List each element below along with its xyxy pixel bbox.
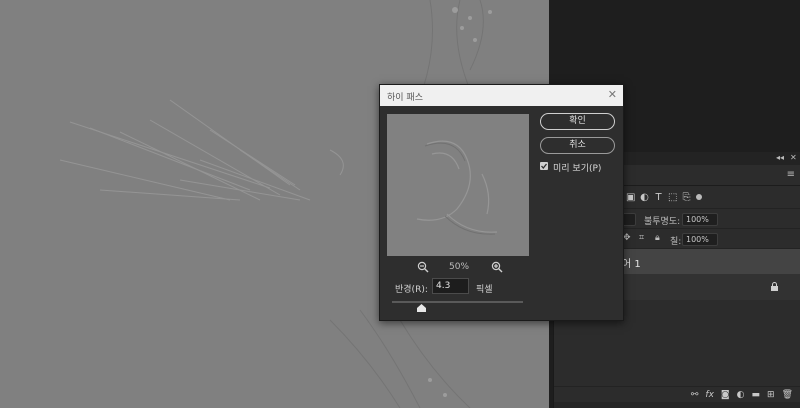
- lock-artboard-icon[interactable]: ⌗: [639, 233, 644, 243]
- filter-shape-icon[interactable]: ⬚: [668, 192, 677, 203]
- layers-bottom-toolbar: ⚯ fx ◙ ◐ ▬ ⊞ 🗑︎: [554, 386, 800, 402]
- zoom-out-icon[interactable]: [417, 261, 429, 273]
- preview-image: [416, 140, 498, 235]
- fill-field[interactable]: 100%: [682, 233, 718, 246]
- panel-bottom-strip: [554, 402, 800, 408]
- panel-menu-icon[interactable]: ≡: [787, 169, 795, 180]
- zoom-in-icon[interactable]: [491, 261, 503, 273]
- checkmark-icon: [541, 163, 548, 170]
- filter-image-icon[interactable]: ▣: [626, 192, 635, 203]
- lock-position-icon[interactable]: ✥: [623, 233, 631, 243]
- link-layers-icon[interactable]: ⚯: [691, 390, 699, 400]
- fx-icon[interactable]: fx: [705, 390, 714, 400]
- filter-preview[interactable]: [387, 114, 529, 256]
- lock-all-icon[interactable]: 🔒︎: [655, 233, 660, 243]
- high-pass-dialog: 하이 패스 ✕ 50% 반경(R): 4.3 픽셀 확인 취소 미리 보기(P): [379, 84, 624, 321]
- lock-icon: [771, 282, 778, 291]
- ok-button[interactable]: 확인: [540, 113, 615, 130]
- dialog-title: 하이 패스: [387, 93, 423, 103]
- filter-type-icon[interactable]: T: [654, 192, 663, 203]
- opacity-value: 100%: [686, 215, 709, 224]
- radius-slider-thumb[interactable]: [417, 304, 426, 312]
- filter-smart-object-icon[interactable]: ⎘: [682, 192, 691, 203]
- radius-slider-track[interactable]: [392, 301, 523, 303]
- filter-adjustment-icon[interactable]: ◐: [640, 192, 649, 203]
- close-panel-icon[interactable]: ✕: [790, 153, 797, 162]
- opacity-field[interactable]: 100%: [682, 213, 718, 226]
- dialog-titlebar[interactable]: 하이 패스 ✕: [380, 85, 623, 106]
- new-layer-icon[interactable]: ⊞: [767, 390, 775, 400]
- blend-mode-select[interactable]: [622, 213, 636, 226]
- zoom-controls: 50%: [417, 261, 507, 275]
- adjustment-layer-icon[interactable]: ◐: [737, 390, 745, 400]
- cancel-button[interactable]: 취소: [540, 137, 615, 154]
- fill-label: 칠:: [670, 237, 682, 247]
- add-mask-icon[interactable]: ◙: [721, 390, 730, 400]
- zoom-level: 50%: [449, 262, 470, 272]
- unit-label: 픽셀: [476, 285, 493, 295]
- trash-icon[interactable]: 🗑︎: [782, 390, 793, 400]
- fill-value: 100%: [686, 235, 709, 244]
- group-folder-icon[interactable]: ▬: [752, 390, 761, 400]
- radius-input[interactable]: 4.3: [432, 278, 469, 294]
- opacity-label: 불투명도:: [644, 217, 681, 227]
- preview-label: 미리 보기(P): [553, 164, 602, 174]
- preview-checkbox[interactable]: [540, 162, 548, 170]
- radius-label: 반경(R):: [395, 285, 428, 295]
- close-icon[interactable]: ✕: [608, 88, 617, 101]
- layer-name: 어 1: [622, 259, 641, 270]
- collapse-icon[interactable]: ◂◂: [776, 153, 784, 162]
- filter-toggle-icon[interactable]: [696, 194, 702, 200]
